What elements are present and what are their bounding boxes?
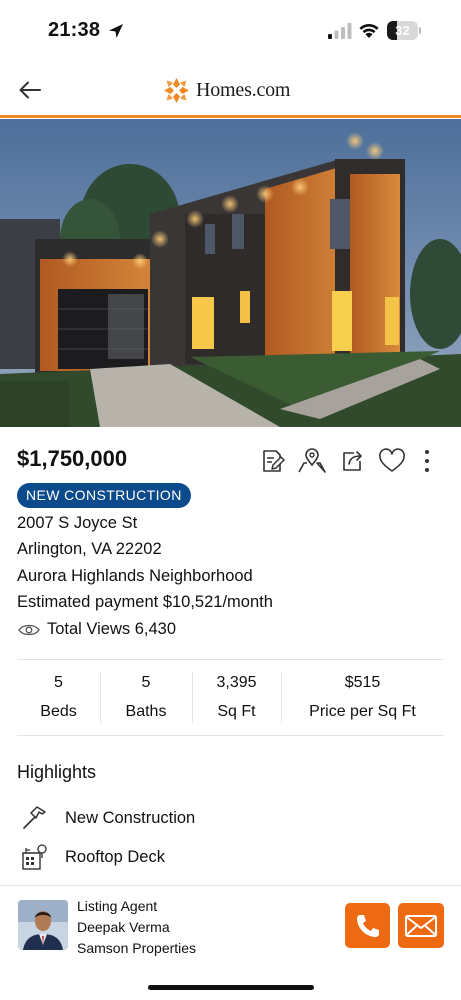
property-stats: 5 Beds 5 Baths 3,395 Sq Ft $515 Price pe… bbox=[17, 659, 444, 736]
map-button[interactable] bbox=[292, 446, 332, 476]
map-pin-icon bbox=[298, 448, 326, 473]
highlight-item: New Construction bbox=[20, 804, 195, 832]
stat-label: Price per Sq Ft bbox=[309, 703, 416, 720]
neighborhood-link[interactable]: Aurora Highlands Neighborhood bbox=[17, 567, 253, 586]
address-line-1: 2007 S Joyce St bbox=[17, 514, 138, 532]
listing-photo[interactable] bbox=[0, 119, 461, 427]
battery-level: 32 bbox=[395, 23, 410, 38]
address-line-2: Arlington, VA 22202 bbox=[17, 540, 162, 558]
agent-info[interactable]: Listing Agent Deepak Verma Samson Proper… bbox=[77, 896, 196, 959]
call-button[interactable] bbox=[345, 903, 390, 948]
share-button[interactable] bbox=[332, 446, 372, 476]
more-vertical-icon[interactable] bbox=[416, 448, 438, 474]
estimated-payment[interactable]: Estimated payment $10,521/month bbox=[17, 593, 273, 612]
stat-value: 5 bbox=[54, 674, 63, 691]
notes-icon bbox=[263, 450, 285, 472]
agent-role: Listing Agent bbox=[77, 898, 158, 914]
stat-value: 5 bbox=[141, 674, 151, 691]
home-indicator bbox=[148, 985, 314, 990]
stat-beds: 5 Beds bbox=[17, 660, 100, 735]
hammer-icon bbox=[20, 804, 48, 832]
arrow-left-icon bbox=[19, 81, 41, 99]
stat-baths: 5 Baths bbox=[100, 660, 192, 735]
agent-bar: Listing Agent Deepak Verma Samson Proper… bbox=[0, 885, 461, 1000]
stat-value: $515 bbox=[344, 674, 381, 691]
agent-avatar[interactable] bbox=[18, 900, 68, 950]
total-views: Total Views 6,430 bbox=[17, 620, 176, 639]
stat-price-per-sqft: $515 Price per Sq Ft bbox=[281, 660, 444, 735]
eye-icon bbox=[18, 624, 40, 635]
homes-logo-icon bbox=[164, 77, 189, 103]
email-button[interactable] bbox=[398, 903, 444, 948]
status-bar: 21:38 32 bbox=[0, 0, 461, 62]
signal-icon bbox=[328, 23, 352, 39]
stat-sqft: 3,395 Sq Ft bbox=[192, 660, 281, 735]
stat-label: Sq Ft bbox=[217, 703, 256, 720]
location-arrow-icon bbox=[109, 24, 123, 38]
heart-icon bbox=[379, 448, 405, 472]
highlight-item: Rooftop Deck bbox=[20, 843, 165, 871]
agent-company: Samson Properties bbox=[77, 940, 197, 956]
notes-button[interactable] bbox=[252, 446, 292, 476]
agent-name: Deepak Verma bbox=[77, 919, 170, 935]
wifi-icon bbox=[359, 24, 379, 38]
favorite-button[interactable] bbox=[372, 446, 412, 476]
building-tree-icon bbox=[20, 843, 48, 871]
status-time: 21:38 bbox=[48, 19, 101, 41]
back-button[interactable] bbox=[16, 76, 44, 104]
brand[interactable]: Homes.com bbox=[163, 76, 290, 104]
stat-label: Beds bbox=[40, 703, 77, 720]
highlights-title: Highlights bbox=[17, 762, 97, 782]
highlight-label: New Construction bbox=[65, 808, 196, 827]
status-badge: NEW CONSTRUCTION bbox=[17, 483, 191, 508]
envelope-icon bbox=[405, 914, 437, 937]
total-views-text: Total Views 6,430 bbox=[47, 620, 177, 638]
listing-actions bbox=[252, 446, 412, 476]
stat-value: 3,395 bbox=[216, 674, 257, 691]
listing-price: $1,750,000 bbox=[17, 446, 128, 471]
highlight-label: Rooftop Deck bbox=[65, 847, 165, 866]
stat-label: Baths bbox=[125, 703, 167, 720]
share-icon bbox=[343, 451, 362, 471]
battery-icon: 32 bbox=[387, 21, 421, 40]
brand-name: Homes.com bbox=[196, 78, 291, 101]
phone-icon bbox=[356, 914, 379, 937]
top-nav: Homes.com bbox=[0, 62, 461, 118]
